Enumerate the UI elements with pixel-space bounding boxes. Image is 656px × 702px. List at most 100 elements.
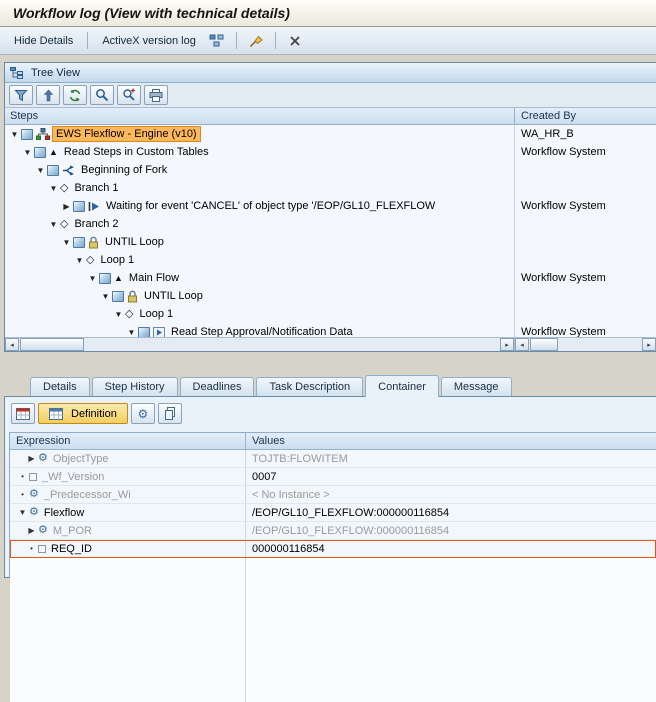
leaf-dot-icon: •: [21, 472, 24, 481]
collapse-icon[interactable]: ▼: [34, 166, 47, 175]
activex-version-log-button[interactable]: ActiveX version log: [96, 32, 202, 50]
find-next-icon[interactable]: [117, 85, 141, 105]
hide-details-button[interactable]: Hide Details: [8, 32, 79, 50]
container-row[interactable]: • _Wf_Version 0007: [10, 468, 656, 486]
engine-icon: [36, 128, 50, 140]
refresh-icon[interactable]: [63, 85, 87, 105]
container-row[interactable]: ▼ ⚙ Flexflow/EOP/GL10_FLEXFLOW:00000011685…: [10, 504, 656, 522]
container-toolbar: Definition ⚙: [11, 403, 182, 424]
expression-value: < No Instance >: [252, 488, 330, 501]
column-header-expression[interactable]: Expression: [10, 433, 246, 449]
expression-value: /EOP/GL10_FLEXFLOW:000000116854: [252, 524, 450, 537]
tree-row[interactable]: ▼ ◇ Loop 1: [5, 305, 656, 323]
table-settings-icon[interactable]: [11, 403, 35, 424]
collapse-icon[interactable]: ▼: [47, 220, 60, 229]
tree-view-panel: Tree View Steps Created By ▼ EWS Flexflow…: [4, 62, 656, 352]
tree-created-by-cell: Workflow System: [521, 146, 606, 158]
expression-label: REQ_ID: [51, 542, 92, 555]
print-icon[interactable]: [144, 85, 168, 105]
scroll-track[interactable]: [84, 338, 500, 351]
tab-task-description[interactable]: Task Description: [256, 377, 364, 396]
column-header-created-by[interactable]: Created By: [515, 108, 656, 124]
collapse-icon[interactable]: ▼: [16, 508, 29, 517]
window-title-bar: Workflow log (View with technical detail…: [0, 0, 656, 27]
expand-icon[interactable]: ▶: [25, 454, 38, 463]
expand-icon[interactable]: ▶: [60, 202, 73, 211]
tab-details[interactable]: Details: [30, 377, 90, 396]
workflow-graphic-icon[interactable]: [206, 31, 228, 51]
tree-row[interactable]: ▼ ▲ Read Steps in Custom Tables Workflow Sy…: [5, 143, 656, 161]
tree-row[interactable]: ▼ UNTIL Loop: [5, 233, 656, 251]
tree-scrollbars: ◂ ▸ ◂ ▸: [5, 337, 656, 351]
expand-icon[interactable]: ▶: [25, 526, 38, 535]
tree-node-label[interactable]: Branch 2: [71, 217, 121, 231]
container-panel: Definition ⚙ Expression Values ▶ ⚙ ObjectTy…: [4, 396, 656, 702]
definition-button[interactable]: Definition: [38, 403, 128, 424]
tree-row[interactable]: ▼ EWS Flexflow - Engine (v10) WA_HR_B: [5, 125, 656, 143]
scroll-right-icon[interactable]: ▸: [500, 338, 514, 351]
container-row[interactable]: ▶ ⚙ ObjectType TOJTB:FLOWITEM: [10, 450, 656, 468]
branch-icon: ◇: [60, 181, 69, 194]
definition-grid-icon: [49, 407, 63, 420]
display-change-icon[interactable]: ⚙: [130, 403, 155, 424]
container-row[interactable]: ▶ ⚙ M_POR/EOP/GL10_FLEXFLOW:000000116854: [10, 522, 656, 540]
tree-row[interactable]: ▼ ◇ Loop 1: [5, 251, 656, 269]
tree-row[interactable]: ▶ Waiting for event 'CANCEL' of object ty…: [5, 197, 656, 215]
tree-row[interactable]: ▼ UNTIL Loop: [5, 287, 656, 305]
collapse-icon[interactable]: ▼: [112, 310, 125, 319]
tree-row[interactable]: ▼ Beginning of Fork: [5, 161, 656, 179]
tree-created-by-cell: [515, 233, 656, 251]
column-header-values[interactable]: Values: [246, 433, 656, 449]
expression-value: 0007: [252, 470, 277, 483]
container-column-headers: Expression Values: [10, 433, 656, 450]
tab-message[interactable]: Message: [440, 377, 512, 396]
container-row[interactable]: • REQ_ID 000000116854: [10, 540, 656, 558]
tree-row[interactable]: ▼ Read Step Approval/Notification Data Wor…: [5, 323, 656, 337]
tree-row[interactable]: ▼ ▲ Main Flow Workflow System: [5, 269, 656, 287]
tree-row[interactable]: ▼ ◇ Branch 1: [5, 179, 656, 197]
scroll-right-icon[interactable]: ▸: [642, 338, 656, 351]
collapse-icon[interactable]: ▼: [73, 256, 86, 265]
column-header-steps[interactable]: Steps: [5, 108, 515, 124]
collapse-icon[interactable]: ▼: [21, 148, 34, 157]
tab-step-history[interactable]: Step History: [91, 377, 178, 396]
cancel-icon[interactable]: [284, 31, 306, 51]
tree-node-label[interactable]: Waiting for event 'CANCEL' of object typ…: [103, 199, 438, 213]
expression-label: _Predecessor_Wi: [43, 488, 131, 501]
page-title: Workflow log (View with technical detail…: [13, 5, 290, 21]
scroll-left-icon[interactable]: ◂: [5, 338, 19, 351]
copy-icon[interactable]: [157, 403, 182, 424]
collapse-icon[interactable]: ▼: [60, 238, 73, 247]
tree-node-label[interactable]: UNTIL Loop: [102, 235, 167, 249]
tree-node-label[interactable]: Read Steps in Custom Tables: [61, 145, 212, 159]
tree-node-label[interactable]: EWS Flexflow - Engine (v10): [52, 126, 201, 142]
tree-node-label[interactable]: UNTIL Loop: [141, 289, 206, 303]
collapse-icon[interactable]: ▼: [86, 274, 99, 283]
tree-row[interactable]: ▼ ◇ Branch 2: [5, 215, 656, 233]
tab-container[interactable]: Container: [365, 375, 439, 397]
tab-deadlines[interactable]: Deadlines: [179, 377, 255, 396]
filter-icon[interactable]: [9, 85, 33, 105]
tree-node-label[interactable]: Loop 1: [136, 307, 176, 321]
tree-node-label[interactable]: Read Step Approval/Notification Data: [168, 325, 356, 337]
tree-created-by-cell: Workflow System: [521, 200, 606, 212]
collapse-icon[interactable]: ▼: [125, 328, 138, 337]
loop-branch-icon: ◇: [125, 307, 134, 320]
container-row[interactable]: • ⚙ _Predecessor_Wi < No Instance >: [10, 486, 656, 504]
scroll-thumb[interactable]: [20, 338, 84, 351]
tree-node-label[interactable]: Main Flow: [126, 271, 182, 285]
tree-node-label[interactable]: Beginning of Fork: [78, 163, 170, 177]
tree-created-by-cell: [515, 251, 656, 269]
tree-node-label[interactable]: Loop 1: [97, 253, 137, 267]
scroll-track[interactable]: [558, 338, 642, 351]
services-broom-icon[interactable]: [245, 31, 267, 51]
scroll-thumb[interactable]: [530, 338, 558, 351]
tree-node-label[interactable]: Branch 1: [71, 181, 121, 195]
collapse-icon[interactable]: ▼: [47, 184, 60, 193]
scroll-left-icon[interactable]: ◂: [515, 338, 529, 351]
collapse-icon[interactable]: ▼: [8, 130, 21, 139]
find-icon[interactable]: [90, 85, 114, 105]
branch-icon: ◇: [60, 217, 69, 230]
collapse-icon[interactable]: ▼: [99, 292, 112, 301]
sort-up-icon[interactable]: [36, 85, 60, 105]
